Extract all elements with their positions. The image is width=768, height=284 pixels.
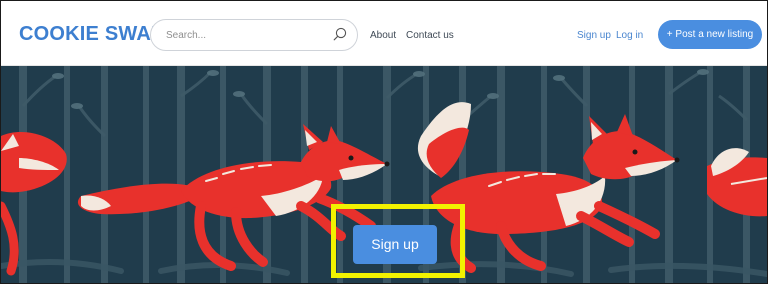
search-input[interactable] (166, 27, 326, 43)
header-login-link[interactable]: Log in (616, 30, 643, 42)
search-icon[interactable] (332, 26, 348, 42)
search-box[interactable] (150, 19, 358, 51)
header-signup-link[interactable]: Sign up (577, 30, 611, 42)
hero-banner: Sign up (1, 66, 767, 283)
nav-link-about[interactable]: About (370, 30, 396, 42)
post-new-listing-button[interactable]: + Post a new listing (658, 20, 762, 49)
top-navigation-bar: COOKIE SWAP About Contact us Sign up Log… (1, 1, 767, 66)
site-logo[interactable]: COOKIE SWAP (19, 23, 165, 46)
nav-link-contact-us[interactable]: Contact us (406, 30, 454, 42)
hero-signup-button[interactable]: Sign up (353, 225, 437, 264)
browser-frame: COOKIE SWAP About Contact us Sign up Log… (0, 0, 768, 284)
